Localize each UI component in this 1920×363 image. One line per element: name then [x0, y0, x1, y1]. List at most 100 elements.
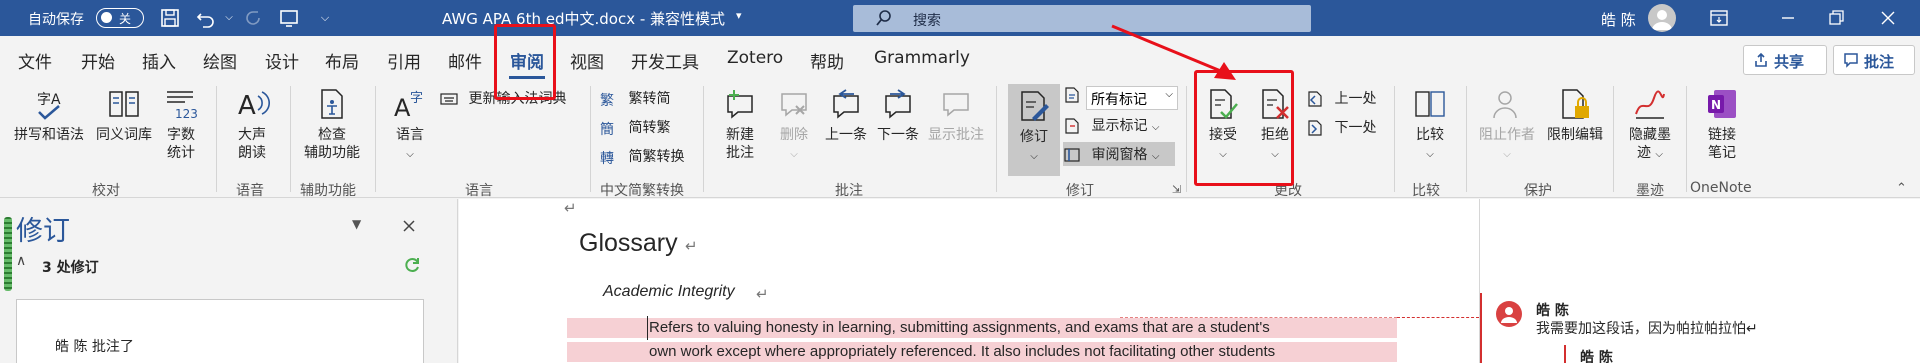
spelling-label: 拼写和语法	[14, 127, 84, 143]
user-name[interactable]: 皓 陈	[1601, 9, 1636, 30]
compare-label: 比较	[1416, 127, 1444, 143]
chevron-down-icon: ⌵	[1151, 122, 1160, 133]
minimize-icon[interactable]	[1776, 6, 1800, 30]
delete-comment-button[interactable]: 删除 ⌵	[768, 86, 820, 164]
simp-to-trad-button[interactable]: 簡 简转繁	[600, 117, 670, 138]
avatar-person-icon	[1652, 10, 1672, 30]
chinese-conversion-button[interactable]: 轉 简繁转换	[600, 146, 684, 167]
undo-icon[interactable]	[195, 7, 217, 29]
customize-qat-icon[interactable]: ⌵	[314, 7, 336, 29]
next-comment-label: 下一条	[877, 127, 919, 143]
next-comment-button[interactable]: 下一条	[872, 86, 924, 144]
collapse-ribbon-icon[interactable]: ⌃	[1896, 181, 1907, 196]
tab-design[interactable]: 设计	[265, 48, 299, 73]
tab-zotero[interactable]: Zotero	[727, 48, 783, 68]
tab-file[interactable]: 文件	[18, 48, 52, 73]
ribbon-display-icon[interactable]	[1707, 6, 1731, 30]
tab-draw[interactable]: 绘图	[203, 48, 237, 73]
restrict-editing-button[interactable]: 限制编辑	[1542, 86, 1608, 144]
reviewing-pane-button[interactable]: 审阅窗格 ⌵	[1063, 142, 1175, 166]
document-subheading: Academic Integrity	[603, 283, 735, 300]
group-label-conversion: 中文简繁转换	[600, 183, 684, 199]
restore-icon[interactable]	[1824, 6, 1848, 30]
show-markup-label: 显示标记	[1091, 118, 1148, 134]
refresh-icon[interactable]	[402, 255, 422, 275]
undo-dropdown-icon[interactable]: ⌵	[218, 7, 240, 29]
avatar[interactable]	[1648, 4, 1676, 32]
tab-help[interactable]: 帮助	[810, 48, 844, 73]
previous-comment-button[interactable]: 上一条	[820, 86, 872, 144]
save-icon[interactable]	[159, 7, 181, 29]
comment-text[interactable]: 我需要加这段话，因为帕拉帕拉怕↵	[1536, 318, 1758, 338]
close-pane-icon[interactable]	[402, 219, 416, 233]
delete-comment-label: 删除	[780, 127, 808, 143]
accessibility-label-2: 辅助功能	[304, 145, 360, 161]
new-comment-icon	[727, 90, 753, 119]
ribbon-separator	[290, 86, 291, 192]
comment-connector-line	[1397, 317, 1479, 318]
tab-insert[interactable]: 插入	[142, 48, 176, 73]
new-comment-button[interactable]: 新建 批注	[712, 86, 768, 162]
read-aloud-button[interactable]: A 大声 朗读	[226, 86, 278, 162]
word-count-icon: 123	[167, 91, 198, 121]
reviewing-pane-icon	[1064, 148, 1080, 162]
trad-to-simp-button[interactable]: 繁 繁转简	[600, 88, 671, 109]
word-count-label-2: 统计	[167, 145, 195, 161]
spelling-grammar-button[interactable]: 字A 拼写和语法	[8, 86, 90, 144]
autosave-toggle[interactable]: 关	[96, 8, 144, 28]
display-mode-icon[interactable]	[278, 7, 300, 29]
title-dropdown-icon[interactable]: ▾	[736, 9, 742, 22]
tab-grammarly[interactable]: Grammarly	[874, 48, 970, 68]
block-authors-button[interactable]: 阻止作者 ⌵	[1472, 86, 1542, 164]
reviewing-pane-label: 审阅窗格	[1091, 147, 1148, 163]
block-authors-icon	[1493, 91, 1517, 119]
trad-to-simp-label: 繁转简	[628, 91, 671, 107]
previous-change-label: 上一处	[1334, 91, 1377, 107]
show-comments-button[interactable]: 显示批注	[924, 86, 988, 144]
compare-button[interactable]: 比较 ⌵	[1404, 86, 1456, 164]
delete-comment-icon	[781, 93, 807, 117]
pane-options-icon[interactable]: ▼	[352, 217, 361, 231]
ribbon-separator	[216, 86, 217, 192]
share-label: 共享	[1774, 53, 1805, 71]
language-label: 语言	[396, 127, 424, 143]
linked-notes-label-2: 笔记	[1708, 145, 1736, 161]
show-markup-icon	[1065, 118, 1079, 134]
pane-grip[interactable]	[4, 217, 12, 291]
document-page[interactable]: ↵ Glossary ↵ Academic Integrity ↵ Refers…	[459, 199, 1479, 363]
onenote-icon: N	[1708, 90, 1736, 118]
next-change-icon	[1308, 120, 1322, 136]
comments-pane: 皓 陈 我需要加这段话，因为帕拉帕拉怕↵ 皓 陈	[1479, 199, 1920, 363]
thesaurus-button[interactable]: 同义词库	[92, 86, 156, 144]
tab-references[interactable]: 引用	[387, 48, 421, 73]
tab-layout[interactable]: 布局	[325, 48, 359, 73]
comment-thread-bar	[1480, 293, 1482, 363]
hide-ink-button[interactable]: 隐藏墨 迹 ⌵	[1620, 86, 1680, 164]
toggle-knob	[101, 12, 112, 23]
check-accessibility-button[interactable]: 检查 辅助功能	[296, 86, 368, 162]
next-comment-icon	[885, 89, 911, 119]
ribbon-separator	[1613, 86, 1614, 192]
tab-mailings[interactable]: 邮件	[448, 48, 482, 73]
close-icon[interactable]	[1876, 6, 1900, 30]
thesaurus-book-icon	[109, 91, 139, 117]
chevron-down-icon: ⌵	[1151, 151, 1160, 162]
language-button[interactable]: A字 语言 ⌵	[382, 86, 438, 164]
previous-change-button[interactable]: 上一处	[1306, 88, 1376, 108]
lock-icon	[1562, 89, 1589, 119]
ribbon-separator	[1394, 86, 1395, 192]
linked-notes-button[interactable]: N 链接 笔记	[1692, 86, 1752, 162]
tab-developer[interactable]: 开发工具	[631, 48, 699, 73]
tab-view[interactable]: 视图	[570, 48, 604, 73]
restrict-editing-label: 限制编辑	[1547, 127, 1603, 143]
revision-card[interactable]: 皓 陈 批注了	[16, 299, 424, 363]
collapse-chevron-icon[interactable]: ∧	[16, 253, 26, 269]
dialog-launcher-icon[interactable]: ⇲	[1172, 183, 1181, 196]
next-change-button[interactable]: 下一处	[1306, 117, 1376, 137]
simp-to-trad-icon: 簡	[600, 122, 614, 138]
document-title[interactable]: AWG APA 6th ed中文.docx - 兼容性模式	[442, 8, 725, 29]
word-count-button[interactable]: 123 字数 统计	[158, 86, 204, 162]
track-changes-button[interactable]: 修订 ⌵	[1008, 84, 1060, 176]
show-markup-button[interactable]: 显示标记 ⌵	[1063, 115, 1160, 135]
tab-home[interactable]: 开始	[81, 48, 115, 73]
